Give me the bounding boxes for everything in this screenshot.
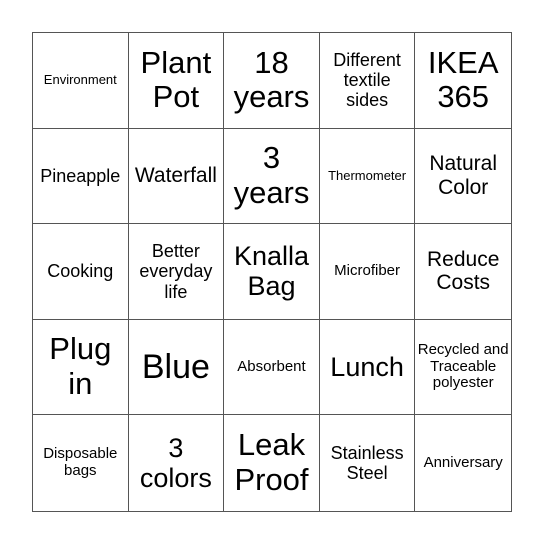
bingo-cell[interactable]: Natural Color bbox=[415, 129, 511, 225]
bingo-cell[interactable]: Blue bbox=[128, 319, 225, 416]
bingo-cell-label: Plug in bbox=[49, 331, 112, 402]
bingo-cell[interactable]: Microfiber bbox=[319, 224, 416, 320]
bingo-cell-label: Anniversary bbox=[423, 453, 503, 471]
bingo-cell[interactable]: Recycled and Traceable polyester bbox=[415, 320, 511, 416]
bingo-cell-label: 3 years bbox=[233, 140, 310, 210]
bingo-cell-label: Cooking bbox=[47, 261, 114, 282]
bingo-cell-label: Absorbent bbox=[237, 357, 306, 375]
bingo-cell[interactable]: Plant Pot bbox=[128, 33, 225, 129]
bingo-cell[interactable]: Leak Proof bbox=[224, 415, 320, 511]
bingo-cell-label: 3 colors bbox=[139, 432, 212, 494]
bingo-cell-label: Disposable bags bbox=[43, 445, 118, 480]
bingo-cell-label: 18 years bbox=[233, 44, 310, 115]
bingo-cell-label: Better everyday life bbox=[139, 241, 213, 302]
bingo-cell[interactable]: Anniversary bbox=[415, 415, 511, 511]
bingo-cell[interactable]: Stainless Steel bbox=[320, 415, 416, 511]
bingo-board: Environment Plant Pot 18 years Different te… bbox=[32, 32, 512, 512]
bingo-cell-label: Knalla Bag bbox=[233, 241, 310, 302]
bingo-cell[interactable]: Absorbent bbox=[224, 319, 320, 416]
bingo-cell-label: Natural Color bbox=[429, 152, 498, 199]
bingo-cell-label: IKEA 365 bbox=[427, 44, 499, 115]
bingo-cell[interactable]: Waterfall bbox=[128, 128, 225, 225]
bingo-cell[interactable]: Different textile sides bbox=[319, 33, 416, 129]
bingo-cell[interactable]: 3 colors bbox=[129, 415, 225, 511]
bingo-cell[interactable]: Disposable bags bbox=[33, 415, 129, 511]
bingo-cell-label: Reduce Costs bbox=[426, 247, 500, 295]
bingo-cell[interactable]: Thermometer bbox=[319, 128, 416, 225]
bingo-cell-label: Environment bbox=[43, 72, 117, 88]
bingo-cell-label: Microfiber bbox=[334, 262, 401, 280]
bingo-cell[interactable]: Reduce Costs bbox=[415, 224, 511, 320]
bingo-cell-label: Blue bbox=[141, 348, 210, 387]
bingo-cell-label: Leak Proof bbox=[234, 427, 309, 498]
bingo-cell[interactable]: Better everyday life bbox=[128, 224, 225, 320]
bingo-cell-label: Lunch bbox=[330, 351, 404, 382]
bingo-cell[interactable]: 3 years bbox=[224, 128, 320, 225]
bingo-cell[interactable]: Knalla Bag bbox=[224, 224, 320, 320]
bingo-cell[interactable]: Environment bbox=[33, 33, 129, 129]
bingo-cell-label: Thermometer bbox=[328, 167, 407, 183]
bingo-cell-label: Waterfall bbox=[134, 164, 217, 188]
bingo-cell-label: Different textile sides bbox=[333, 50, 401, 111]
bingo-cell-label: Plant Pot bbox=[140, 44, 212, 115]
bingo-cell[interactable]: IKEA 365 bbox=[415, 33, 511, 129]
bingo-cell[interactable]: 18 years bbox=[224, 33, 320, 129]
bingo-cell-label: Recycled and Traceable polyester bbox=[417, 340, 509, 392]
bingo-cell[interactable]: Lunch bbox=[319, 319, 416, 416]
bingo-cell-label: Pineapple bbox=[40, 165, 121, 186]
bingo-cell-label: Stainless Steel bbox=[330, 443, 404, 484]
bingo-cell[interactable]: Plug in bbox=[33, 319, 129, 416]
bingo-cell[interactable]: Pineapple bbox=[33, 128, 129, 225]
bingo-cell[interactable]: Cooking bbox=[33, 224, 129, 320]
